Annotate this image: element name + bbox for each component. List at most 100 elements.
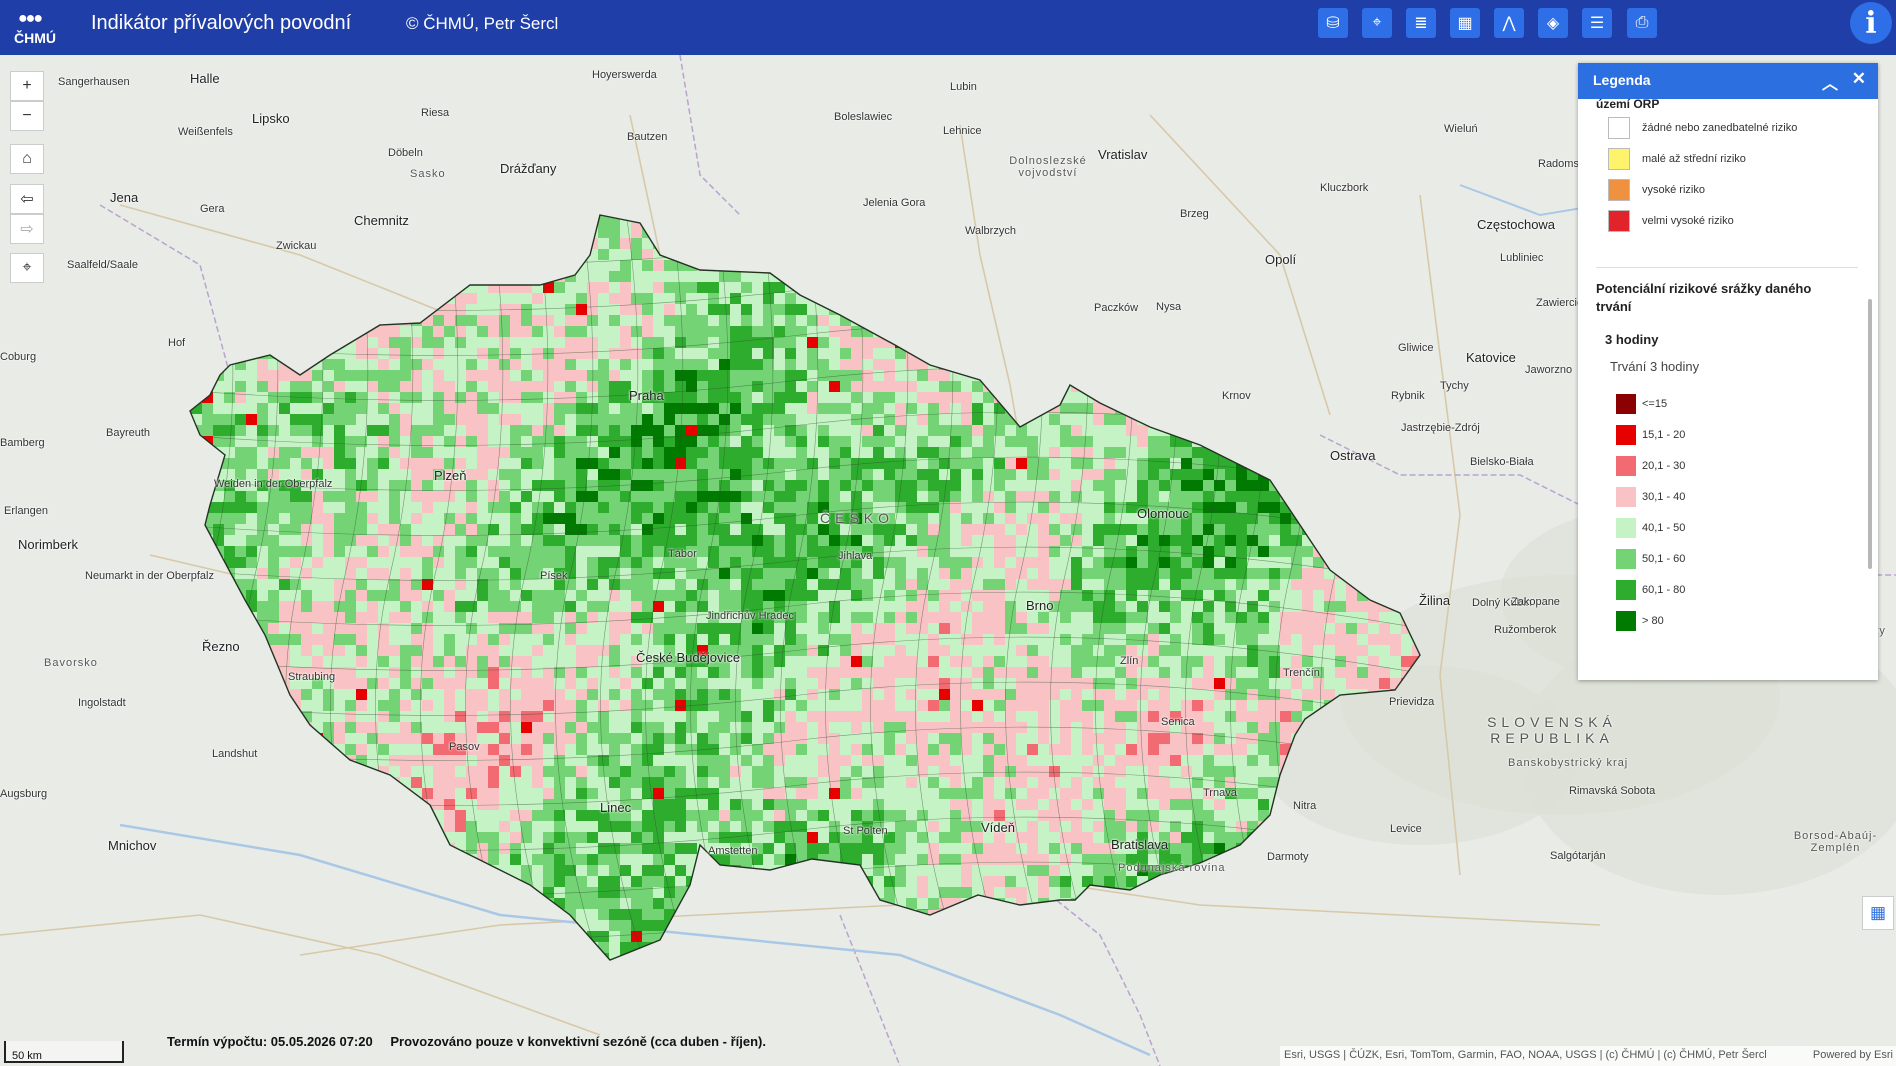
raster-cell — [1280, 480, 1291, 491]
raster-cell — [345, 535, 356, 546]
raster-cell — [906, 326, 917, 337]
raster-cell — [642, 623, 653, 634]
raster-cell — [774, 326, 785, 337]
raster-cell — [774, 513, 785, 524]
raster-cell — [521, 326, 532, 337]
raster-cell — [884, 326, 895, 337]
raster-cell — [345, 249, 356, 260]
info-button[interactable]: i — [1850, 2, 1892, 44]
stacked-list-icon[interactable]: ≣ — [1406, 8, 1436, 38]
raster-cell — [521, 469, 532, 480]
raster-cell — [334, 458, 345, 469]
raster-cell — [1093, 359, 1104, 370]
raster-cell — [785, 215, 796, 216]
raster-cell — [873, 535, 884, 546]
map-analysis-icon[interactable]: ⌖ — [1362, 8, 1392, 38]
basemap-gallery-icon[interactable]: ▦ — [1450, 8, 1480, 38]
raster-cell — [1423, 491, 1434, 502]
raster-cell — [1379, 634, 1390, 645]
raster-cell — [609, 601, 620, 612]
layers-icon[interactable]: ◈ — [1538, 8, 1568, 38]
raster-cell — [246, 326, 257, 337]
raster-cell — [719, 425, 730, 436]
raster-cell — [642, 425, 653, 436]
raster-cell — [1291, 271, 1302, 282]
raster-cell — [1269, 227, 1280, 238]
raster-cell — [1170, 568, 1181, 579]
raster-cell — [1247, 359, 1258, 370]
raster-cell — [400, 337, 411, 348]
raster-cell — [510, 590, 521, 601]
raster-cell — [1005, 271, 1016, 282]
raster-cell — [1005, 348, 1016, 359]
legend-list-icon[interactable]: ☰ — [1582, 8, 1612, 38]
raster-cell — [1093, 249, 1104, 260]
raster-cell — [444, 568, 455, 579]
raster-cell — [411, 480, 422, 491]
raster-cell — [664, 337, 675, 348]
raster-cell — [499, 480, 510, 491]
raster-cell — [1137, 293, 1148, 304]
raster-cell — [686, 392, 697, 403]
raster-cell — [1005, 480, 1016, 491]
raster-cell — [752, 304, 763, 315]
raster-cell — [1126, 238, 1137, 249]
raster-cell — [587, 535, 598, 546]
raster-cell — [1247, 293, 1258, 304]
raster-cell — [961, 513, 972, 524]
raster-cell — [906, 436, 917, 447]
raster-cell — [312, 216, 323, 227]
raster-cell — [235, 557, 246, 568]
raster-cell — [1203, 271, 1214, 282]
raster-cell — [1170, 447, 1181, 458]
raster-cell — [1104, 381, 1115, 392]
print-icon[interactable]: ⎙ — [1627, 8, 1657, 38]
raster-cell — [532, 678, 543, 689]
raster-cell — [1192, 293, 1203, 304]
raster-cell — [642, 414, 653, 425]
raster-cell — [675, 601, 686, 612]
raster-cell — [653, 667, 664, 678]
raster-cell — [873, 260, 884, 271]
raster-cell — [598, 359, 609, 370]
raster-cell — [851, 645, 862, 656]
raster-cell — [1005, 568, 1016, 579]
raster-cell — [1225, 315, 1236, 326]
raster-cell — [1368, 568, 1379, 579]
raster-cell — [389, 656, 400, 667]
raster-cell — [1082, 216, 1093, 227]
elevation-profile-icon[interactable]: ⋀ — [1494, 8, 1524, 38]
raster-cell — [1357, 271, 1368, 282]
raster-cell — [686, 227, 697, 238]
raster-cell — [653, 425, 664, 436]
raster-cell — [840, 480, 851, 491]
database-icon[interactable]: ⛁ — [1318, 8, 1348, 38]
raster-cell — [774, 392, 785, 403]
raster-cell — [1258, 656, 1269, 667]
raster-cell — [422, 249, 433, 260]
raster-cell — [620, 436, 631, 447]
raster-cell — [543, 216, 554, 227]
raster-cell — [1159, 568, 1170, 579]
raster-cell — [818, 414, 829, 425]
raster-cell — [345, 513, 356, 524]
raster-cell — [587, 282, 598, 293]
raster-cell — [279, 491, 290, 502]
raster-cell — [389, 524, 400, 535]
raster-cell — [521, 215, 532, 216]
raster-cell — [851, 623, 862, 634]
raster-cell — [279, 370, 290, 381]
raster-cell — [972, 359, 983, 370]
raster-cell — [576, 546, 587, 557]
raster-cell — [477, 524, 488, 535]
raster-cell — [345, 645, 356, 656]
raster-cell — [455, 502, 466, 513]
raster-cell — [1049, 436, 1060, 447]
raster-cell — [631, 238, 642, 249]
raster-cell — [554, 381, 565, 392]
raster-cell — [1005, 425, 1016, 436]
raster-cell — [1016, 535, 1027, 546]
raster-cell — [1258, 282, 1269, 293]
raster-cell — [301, 215, 312, 216]
raster-cell — [1126, 359, 1137, 370]
